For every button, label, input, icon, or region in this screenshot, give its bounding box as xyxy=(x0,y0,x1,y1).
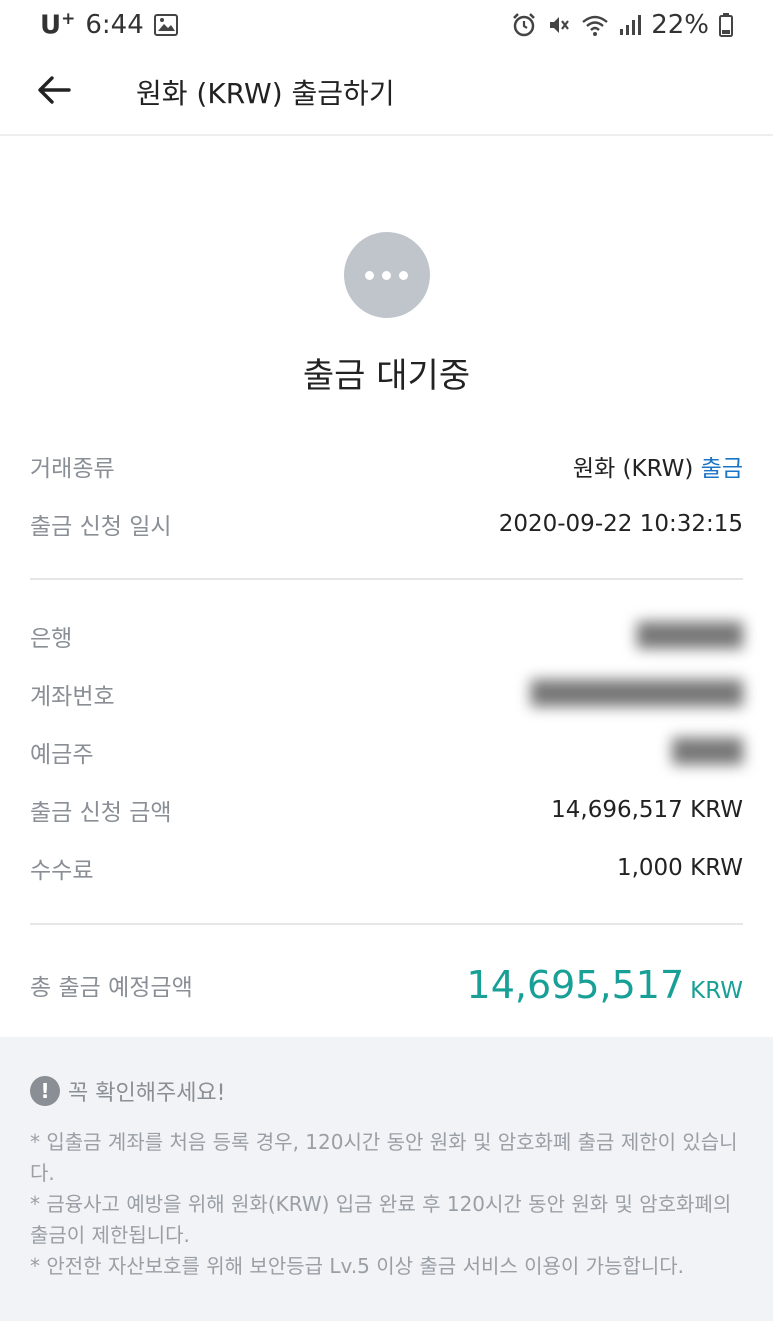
bank-value-redacted: ██████ xyxy=(636,623,743,649)
notice-line: * 금융사고 예방을 위해 원화(KRW) 입금 완료 후 120시간 동안 원… xyxy=(30,1192,732,1247)
carrier-label: U+ xyxy=(40,9,76,41)
total-amount: 14,695,517 xyxy=(466,963,685,1007)
bank-label: 은행 xyxy=(30,626,73,652)
divider xyxy=(30,578,743,580)
fee-label: 수수료 xyxy=(30,858,94,884)
signal-icon xyxy=(619,14,642,36)
total-row: 총 출금 예정금액 14,695,517 KRW xyxy=(30,955,743,1015)
notice-line: * 안전한 자산보호를 위해 보안등급 Lv.5 이상 출금 서비스 이용이 가… xyxy=(30,1254,685,1278)
requested-at-value: 2020-09-22 10:32:15 xyxy=(498,511,743,537)
type-accent: 출금 xyxy=(700,456,743,482)
amount-value: 14,696,517 KRW xyxy=(551,797,743,823)
clock: 6:44 xyxy=(85,10,144,40)
notice-lines: * 입출금 계좌를 처음 등록 경우, 120시간 동안 원화 및 암호화폐 출… xyxy=(30,1127,743,1282)
holder-label: 예금주 xyxy=(30,742,94,768)
info-row-bank: 은행 ██████ xyxy=(30,607,743,665)
type-label: 거래종류 xyxy=(30,456,115,482)
alarm-icon xyxy=(511,12,537,38)
holder-redacted: ████ xyxy=(672,739,743,765)
info-row-account-number: 계좌번호 ████████████ xyxy=(30,665,743,723)
account-number-redacted: ████████████ xyxy=(530,681,743,707)
account-info: 은행 ██████ 계좌번호 ████████████ 예금주 ████ 출금 … xyxy=(30,607,743,897)
withdrawal-status: 출금 대기중 xyxy=(0,232,773,397)
notice-panel: ! 꼭 확인해주세요! * 입출금 계좌를 처음 등록 경우, 120시간 동안… xyxy=(0,1037,773,1321)
back-button[interactable] xyxy=(26,64,82,120)
status-right: 22% xyxy=(511,10,733,40)
status-bar: U+ 6:44 22% xyxy=(0,0,773,50)
total-label: 총 출금 예정금액 xyxy=(30,975,193,1001)
page-title: 원화 (KRW) 출금하기 xyxy=(136,77,395,110)
battery-percent: 22% xyxy=(651,10,709,40)
exclamation-icon: ! xyxy=(30,1076,60,1106)
status-left: U+ 6:44 xyxy=(40,9,178,41)
account-number-label: 계좌번호 xyxy=(30,684,115,710)
amount-label: 출금 신청 금액 xyxy=(30,800,172,826)
divider xyxy=(30,923,743,925)
total-value: 14,695,517 KRW xyxy=(467,963,743,1007)
battery-icon xyxy=(719,13,733,37)
notice-line: * 입출금 계좌를 처음 등록 경우, 120시간 동안 원화 및 암호화폐 출… xyxy=(30,1130,738,1185)
requested-at-label: 출금 신청 일시 xyxy=(30,514,172,540)
notice-title: 꼭 확인해주세요! xyxy=(68,1081,226,1106)
more-dots-icon xyxy=(343,232,430,318)
info-row-requested-at: 출금 신청 일시 2020-09-22 10:32:15 xyxy=(30,495,743,553)
image-notification-icon xyxy=(153,14,178,36)
total-unit: KRW xyxy=(690,978,743,1004)
mute-icon xyxy=(547,13,571,37)
status-title: 출금 대기중 xyxy=(302,356,471,396)
type-value: 원화 (KRW) 출금 xyxy=(572,456,743,482)
info-row-type: 거래종류 원화 (KRW) 출금 xyxy=(30,437,743,495)
info-row-amount: 출금 신청 금액 14,696,517 KRW xyxy=(30,781,743,839)
app-bar: 원화 (KRW) 출금하기 xyxy=(0,50,773,136)
info-row-holder: 예금주 ████ xyxy=(30,723,743,781)
notice-header: ! 꼭 확인해주세요! xyxy=(30,1075,743,1107)
info-row-fee: 수수료 1,000 KRW xyxy=(30,839,743,897)
wifi-icon xyxy=(581,13,609,37)
transaction-info: 거래종류 원화 (KRW) 출금 출금 신청 일시 2020-09-22 10:… xyxy=(30,437,743,553)
fee-value: 1,000 KRW xyxy=(616,855,743,881)
arrow-left-icon xyxy=(37,75,71,109)
